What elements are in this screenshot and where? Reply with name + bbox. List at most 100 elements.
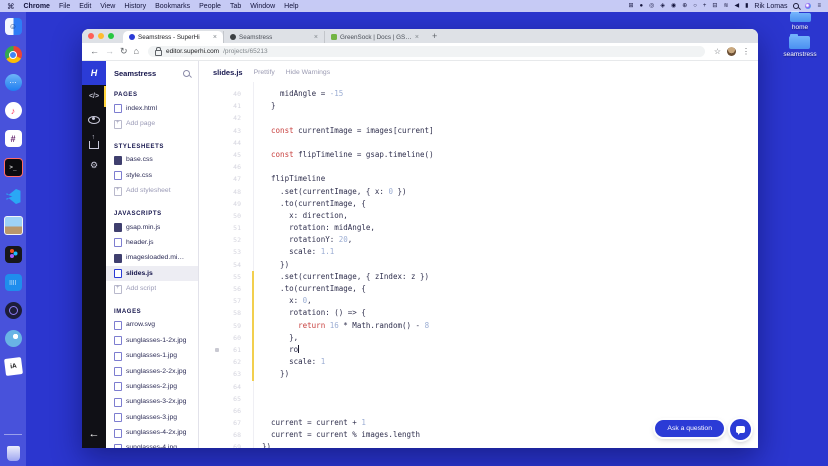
menu-item-history[interactable]: History bbox=[124, 3, 146, 10]
back-button[interactable]: ← bbox=[90, 47, 99, 56]
dock-figma-icon[interactable] bbox=[4, 246, 22, 263]
tab-close-icon[interactable]: × bbox=[213, 34, 217, 41]
file-item[interactable]: index.html bbox=[106, 101, 198, 116]
dock-music-icon[interactable]: ♪ bbox=[4, 102, 22, 119]
tab-close-icon[interactable]: × bbox=[314, 34, 318, 41]
menu-item-view[interactable]: View bbox=[100, 3, 115, 10]
menu-item-chrome[interactable]: Chrome bbox=[24, 3, 50, 10]
menu-item-bookmarks[interactable]: Bookmarks bbox=[155, 3, 190, 10]
display-icon[interactable]: ⊟ bbox=[712, 3, 717, 9]
file-item[interactable]: sunglasses-3-2x.jpg bbox=[106, 395, 198, 410]
file-item[interactable]: imagesloaded.mi… bbox=[106, 251, 198, 266]
dock-preview-icon[interactable] bbox=[3, 216, 23, 235]
code-line: rotation: () => { bbox=[262, 308, 366, 318]
browser-menu-icon[interactable]: ⋮ bbox=[742, 47, 750, 56]
file-item[interactable]: sunglasses-2.jpg bbox=[106, 379, 198, 394]
file-item[interactable]: header.js bbox=[106, 235, 198, 250]
file-item[interactable]: base.css bbox=[106, 153, 198, 168]
open-file-tab[interactable]: slides.js bbox=[213, 68, 243, 77]
desktop-folder-seamstress[interactable]: seamstress bbox=[783, 34, 817, 58]
file-item[interactable]: sunglasses-1-2x.jpg bbox=[106, 333, 198, 348]
menu-item-people[interactable]: People bbox=[199, 3, 221, 10]
minimize-window-button[interactable] bbox=[98, 33, 104, 39]
dock-screenflow-icon[interactable] bbox=[4, 302, 22, 319]
new-tab-button[interactable]: + bbox=[432, 31, 437, 41]
record-icon[interactable]: ● bbox=[639, 3, 643, 9]
share-glyph bbox=[89, 134, 99, 149]
superhi-logo[interactable]: H bbox=[82, 61, 106, 85]
intercom-chat-button[interactable] bbox=[730, 419, 751, 440]
forward-button[interactable]: → bbox=[105, 47, 114, 56]
dock-vscode-icon[interactable] bbox=[5, 188, 22, 205]
apple-menu-icon[interactable]: ⌘ bbox=[7, 2, 15, 11]
add-file-button[interactable]: Add script bbox=[106, 281, 198, 296]
wifi-icon[interactable]: ≋ bbox=[723, 3, 728, 9]
sidebar-section: STYLESHEETS base.css style.css Add styleshe… bbox=[106, 140, 198, 199]
spotlight-search-icon[interactable] bbox=[793, 3, 800, 9]
menu-item-tab[interactable]: Tab bbox=[230, 3, 241, 10]
close-window-button[interactable] bbox=[88, 33, 94, 39]
share-icon[interactable] bbox=[82, 131, 106, 154]
back-arrow-button[interactable]: ← bbox=[89, 428, 100, 440]
profile-avatar[interactable] bbox=[727, 47, 736, 56]
timer-icon[interactable]: ◎ bbox=[649, 3, 654, 9]
desktop-folder-home[interactable]: home bbox=[789, 11, 811, 31]
prettify-button[interactable]: Prettify bbox=[254, 69, 275, 76]
file-item[interactable]: sunglasses-1.jpg bbox=[106, 349, 198, 364]
file-label: sunglasses-4.jpg bbox=[126, 444, 178, 448]
hide-warnings-button[interactable]: Hide Warnings bbox=[286, 69, 330, 76]
bookmark-star-icon[interactable]: ☆ bbox=[714, 47, 721, 56]
dock-tweetbot-icon[interactable] bbox=[4, 330, 22, 347]
notification-center-icon[interactable]: ≡ bbox=[817, 3, 821, 9]
menubar-username[interactable]: Rik Lomas bbox=[754, 3, 787, 10]
file-item[interactable]: gsap.min.js bbox=[106, 220, 198, 235]
browser-tab[interactable]: GreenSock | Docs | GSAP | g…× bbox=[324, 31, 425, 43]
dock-glyph: ☺ bbox=[8, 22, 18, 31]
dock-messages-icon[interactable]: ⋯ bbox=[4, 74, 22, 91]
file-item[interactable]: sunglasses-4.jpg bbox=[106, 441, 198, 448]
istat-icon[interactable]: ◉ bbox=[671, 3, 676, 9]
file-item[interactable]: style.css bbox=[106, 168, 198, 183]
sync-icon[interactable]: ⊕ bbox=[682, 3, 687, 9]
window-icon[interactable]: ⊞ bbox=[628, 3, 633, 9]
battery-icon[interactable]: ▮ bbox=[745, 3, 748, 9]
reload-button[interactable]: ↻ bbox=[120, 47, 128, 56]
tab-close-icon[interactable]: × bbox=[415, 34, 419, 41]
menu-item-help[interactable]: Help bbox=[284, 3, 298, 10]
add-file-button[interactable]: Add stylesheet bbox=[106, 184, 198, 199]
file-item[interactable]: sunglasses-2-2x.jpg bbox=[106, 364, 198, 379]
address-bar[interactable]: editor.superhi.com/projects/65213 bbox=[147, 46, 705, 57]
circle-icon[interactable]: ○ bbox=[693, 3, 697, 9]
ask-question-button[interactable]: Ask a question bbox=[655, 420, 724, 437]
dock-trash-icon[interactable] bbox=[6, 446, 20, 461]
file-item[interactable]: arrow.svg bbox=[106, 318, 198, 333]
menu-item-file[interactable]: File bbox=[59, 3, 70, 10]
browser-tab[interactable]: Seamstress × bbox=[223, 31, 324, 43]
menu-item-window[interactable]: Window bbox=[250, 3, 275, 10]
search-icon[interactable] bbox=[183, 70, 190, 77]
dock-terminal-icon[interactable]: >_ bbox=[3, 158, 23, 177]
file-label: base.css bbox=[126, 156, 153, 164]
code-line: .set(currentImage, { x: 0 }) bbox=[262, 186, 407, 196]
volume-icon[interactable]: ◀ bbox=[734, 3, 739, 9]
browser-tab[interactable]: Seamstress - SuperHi × bbox=[123, 31, 223, 43]
menu-item-edit[interactable]: Edit bbox=[79, 3, 91, 10]
dock-intercom-icon[interactable]: |||| bbox=[4, 274, 22, 291]
siri-icon[interactable] bbox=[805, 3, 812, 9]
settings-gear-icon[interactable]: ⚙ bbox=[82, 154, 106, 177]
file-item[interactable]: sunglasses-4-2x.jpg bbox=[106, 425, 198, 440]
dock-ia-writer-icon[interactable]: iA bbox=[3, 357, 23, 376]
code-area[interactable]: midAngle = -15 } const currentImage = im… bbox=[254, 82, 758, 448]
home-button[interactable]: ⌂ bbox=[134, 47, 139, 56]
eye-icon[interactable] bbox=[82, 108, 106, 131]
dock-slack-icon[interactable]: # bbox=[4, 130, 22, 147]
dock-chrome-icon[interactable] bbox=[4, 46, 22, 63]
dock-finder-icon[interactable]: ☺ bbox=[4, 18, 22, 35]
plus-icon[interactable]: + bbox=[703, 3, 707, 9]
file-item[interactable]: sunglasses-3.jpg bbox=[106, 410, 198, 425]
zoom-window-button[interactable] bbox=[108, 33, 114, 39]
file-item[interactable]: slides.js bbox=[106, 266, 198, 282]
onepassword-icon[interactable]: ◈ bbox=[660, 3, 665, 9]
add-file-button[interactable]: Add page bbox=[106, 116, 198, 131]
code-icon[interactable]: </> bbox=[82, 85, 106, 108]
